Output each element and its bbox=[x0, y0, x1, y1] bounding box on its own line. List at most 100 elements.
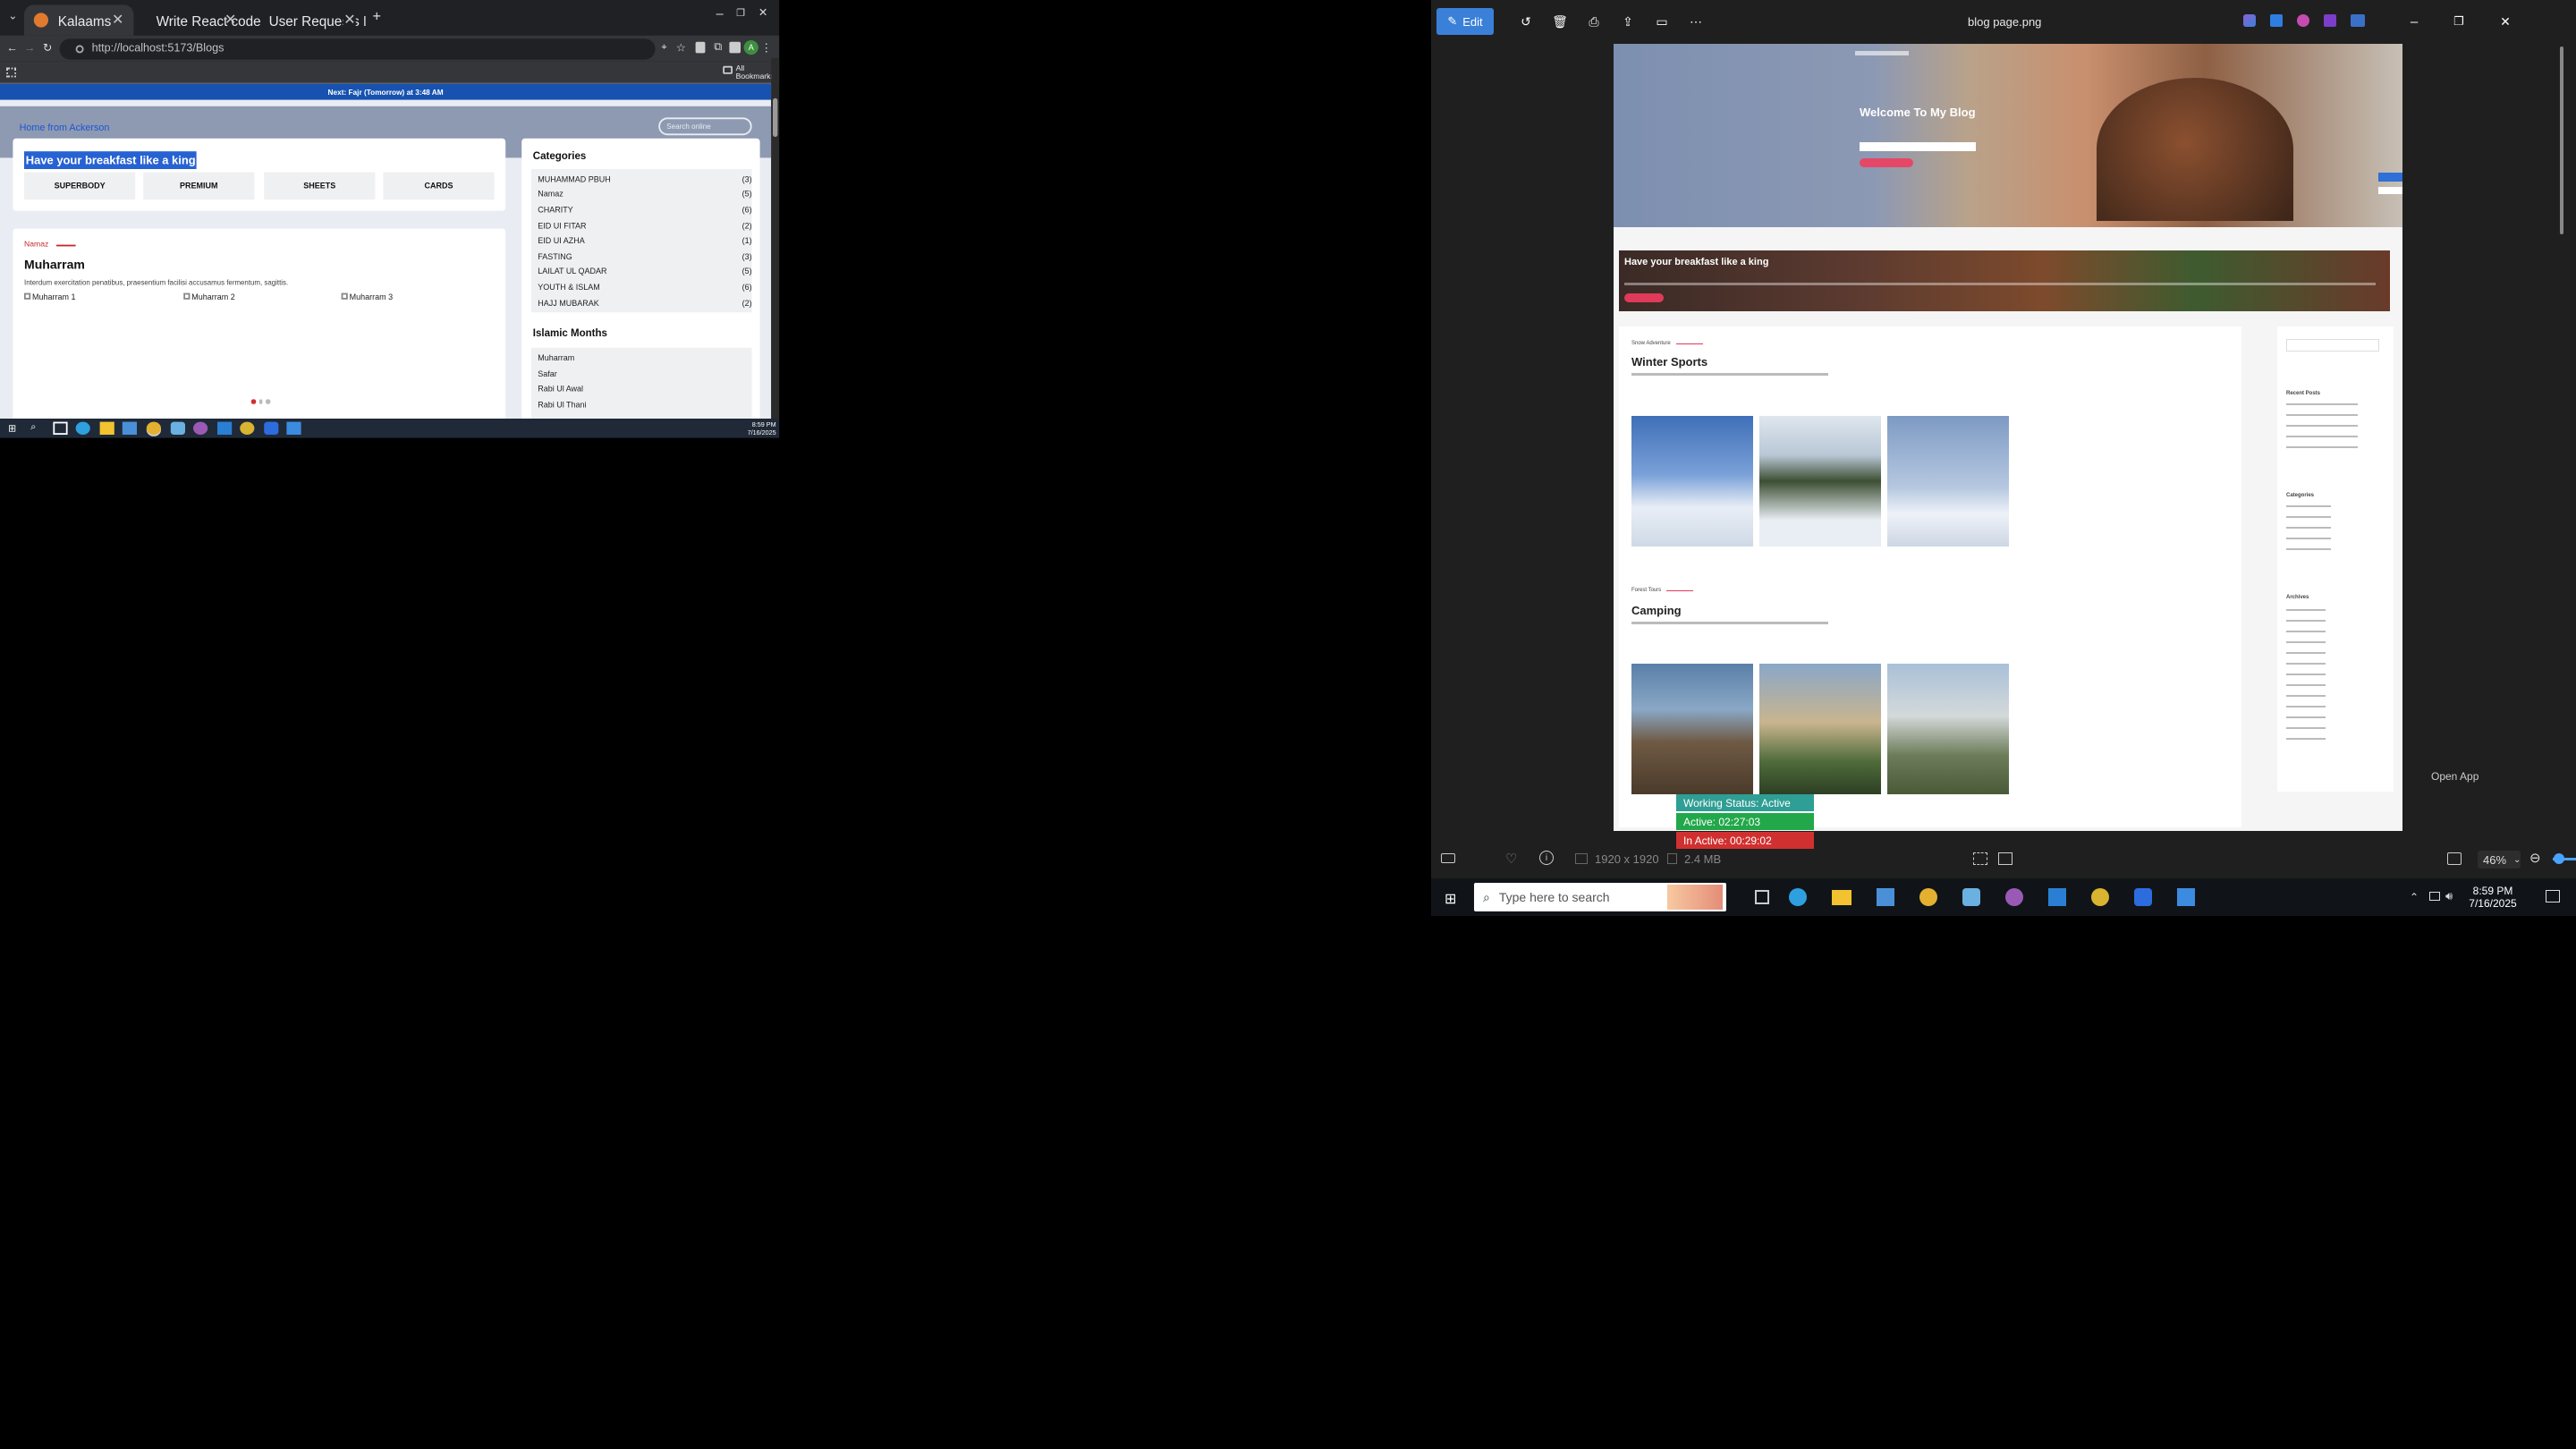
store-icon[interactable] bbox=[122, 421, 137, 435]
tag-button-superbody[interactable]: SUPERBODY bbox=[24, 172, 136, 200]
print-icon[interactable]: ⎙ bbox=[1581, 8, 1606, 35]
designer-icon[interactable] bbox=[2297, 14, 2309, 27]
chrome-icon[interactable] bbox=[146, 421, 161, 435]
clipchamp-icon[interactable] bbox=[2324, 14, 2336, 27]
apps-grid-icon[interactable] bbox=[6, 67, 16, 78]
slideshow-icon[interactable]: ▭ bbox=[1649, 8, 1674, 35]
github-icon[interactable] bbox=[2005, 888, 2023, 906]
task-view-icon[interactable] bbox=[1755, 890, 1769, 904]
zoom-icon[interactable] bbox=[2134, 888, 2152, 906]
filmstrip-icon[interactable] bbox=[1441, 853, 1455, 863]
month-item[interactable]: Muharram bbox=[538, 354, 574, 364]
search-input[interactable]: Search online bbox=[658, 117, 752, 136]
category-item[interactable]: YOUTH & ISLAM (6) bbox=[531, 281, 758, 296]
network-icon[interactable] bbox=[2429, 892, 2440, 901]
url-field[interactable]: http://localhost:5173/Blogs bbox=[59, 38, 656, 60]
vscode-icon[interactable] bbox=[217, 421, 233, 435]
windows-start-icon[interactable]: ⊞ bbox=[1445, 890, 1456, 908]
viewer-close-icon[interactable]: ✕ bbox=[2492, 8, 2519, 35]
category-item[interactable]: HAJJ MUBARAK (2) bbox=[531, 296, 758, 311]
edge-icon[interactable] bbox=[75, 421, 90, 435]
clock[interactable]: 8:59 PM 7/16/2025 bbox=[728, 420, 776, 436]
hero-title[interactable]: Home from Ackerson bbox=[20, 124, 110, 134]
close-tab-icon[interactable]: ✕ bbox=[112, 12, 124, 30]
copilot-icon[interactable] bbox=[2243, 14, 2256, 27]
share-icon[interactable]: ⇪ bbox=[1615, 8, 1640, 35]
month-item[interactable]: Rabi Ul Awal bbox=[538, 385, 583, 394]
close-tab-icon[interactable]: ✕ bbox=[225, 12, 237, 30]
scrollbar-thumb[interactable] bbox=[773, 97, 778, 137]
extensions-puzzle-icon[interactable]: ⧉ bbox=[712, 40, 724, 55]
carousel-dot-active[interactable] bbox=[250, 399, 256, 403]
category-item[interactable]: EID UI FITAR (2) bbox=[531, 218, 758, 233]
bookmark-star-icon[interactable]: ☆ bbox=[674, 40, 687, 55]
reload-icon[interactable]: ↻ bbox=[40, 40, 55, 56]
tab-kalaams[interactable]: Kalaams ✕ bbox=[24, 4, 134, 36]
info-icon[interactable]: i bbox=[1539, 851, 1554, 865]
task-view-icon[interactable] bbox=[53, 421, 68, 435]
notifications-icon[interactable] bbox=[2546, 890, 2560, 902]
fill-view-icon[interactable] bbox=[2447, 852, 2462, 865]
page-scrollbar[interactable] bbox=[771, 57, 780, 419]
extension-icon[interactable] bbox=[695, 41, 706, 54]
photos-icon[interactable] bbox=[286, 421, 301, 435]
app-icon[interactable] bbox=[1962, 888, 1980, 906]
close-window-icon[interactable]: ✕ bbox=[757, 4, 769, 21]
maximize-icon[interactable]: ❐ bbox=[734, 4, 747, 21]
category-item[interactable]: FASTING (3) bbox=[531, 250, 758, 265]
zoom-slider-handle[interactable] bbox=[2554, 853, 2564, 864]
tab-list-chevron-icon[interactable]: ⌄ bbox=[4, 8, 21, 24]
rotate-icon[interactable]: ↺ bbox=[1513, 8, 1538, 35]
tray-chevron-icon[interactable]: ⌃ bbox=[2410, 891, 2419, 903]
tag-button-premium[interactable]: PREMIUM bbox=[143, 172, 255, 200]
onedrive-icon[interactable] bbox=[2351, 14, 2365, 27]
category-item[interactable]: LAILAT UL QADAR (5) bbox=[531, 265, 758, 280]
carousel-dot[interactable] bbox=[258, 399, 263, 403]
month-item[interactable]: Rabi Ul Thani bbox=[538, 401, 586, 411]
file-explorer-icon[interactable] bbox=[99, 421, 114, 435]
category-item[interactable]: EID UI AZHA (1) bbox=[531, 234, 758, 250]
fit-window-icon[interactable] bbox=[1973, 852, 1987, 865]
volume-icon[interactable]: 🔊︎ bbox=[2445, 889, 2453, 903]
taskbar-clock[interactable]: 8:59 PM 7/16/2025 bbox=[2462, 885, 2524, 910]
viewer-minimize-icon[interactable]: – bbox=[2401, 8, 2428, 35]
photos-app-icon[interactable] bbox=[2270, 14, 2283, 27]
site-info-icon[interactable] bbox=[75, 45, 84, 54]
menu-kebab-icon[interactable]: ⋮ bbox=[761, 40, 773, 55]
tab-write-react[interactable]: Write React code ✕ bbox=[137, 4, 261, 35]
sidebar-icon[interactable] bbox=[729, 41, 741, 54]
tag-button-cards[interactable]: CARDS bbox=[383, 172, 495, 200]
back-icon[interactable]: ← bbox=[4, 40, 19, 56]
store-icon[interactable] bbox=[1877, 888, 1894, 906]
open-app-label[interactable]: Open App bbox=[2431, 770, 2479, 783]
post-title[interactable]: Muharram bbox=[24, 258, 85, 272]
taskbar-search-box[interactable]: ⌕ Type here to search bbox=[1474, 883, 1726, 911]
edge-icon[interactable] bbox=[1789, 888, 1807, 906]
close-tab-icon[interactable]: ✕ bbox=[343, 11, 356, 30]
month-item[interactable]: Safar bbox=[538, 370, 557, 380]
app-icon[interactable] bbox=[170, 421, 185, 435]
windows-start-icon[interactable]: ⊞ bbox=[8, 422, 22, 435]
more-options-icon[interactable]: ⋯ bbox=[1683, 8, 1708, 35]
category-item[interactable]: MUHAMMAD PBUH (3) bbox=[531, 173, 758, 188]
profile-avatar[interactable]: A bbox=[743, 40, 758, 55]
viewer-maximize-icon[interactable]: ❐ bbox=[2445, 8, 2472, 35]
github-icon[interactable] bbox=[193, 421, 208, 435]
viewer-scrollbar[interactable] bbox=[2560, 47, 2563, 234]
chrome-icon[interactable] bbox=[1919, 888, 1937, 906]
photos-icon[interactable] bbox=[2177, 888, 2195, 906]
post-category[interactable]: Namaz bbox=[24, 242, 76, 250]
tab-user-requests[interactable]: User Requests Listening Assista✕ bbox=[250, 4, 366, 35]
vscode-icon[interactable] bbox=[2048, 888, 2066, 906]
chrome-profile-icon[interactable] bbox=[2091, 888, 2109, 906]
forward-icon[interactable]: → bbox=[22, 40, 37, 56]
edit-button[interactable]: ✎ Edit bbox=[1436, 8, 1494, 35]
tag-button-sheets[interactable]: SHEETS bbox=[264, 172, 376, 200]
location-icon[interactable]: ⌖ bbox=[658, 42, 670, 55]
chrome-profile-icon[interactable] bbox=[240, 421, 255, 435]
new-tab-icon[interactable]: + bbox=[369, 8, 385, 24]
search-icon[interactable]: ⌕ bbox=[30, 422, 45, 435]
carousel-dot[interactable] bbox=[266, 399, 270, 403]
actual-size-icon[interactable] bbox=[1998, 852, 2012, 865]
minimize-icon[interactable]: – bbox=[713, 4, 725, 21]
